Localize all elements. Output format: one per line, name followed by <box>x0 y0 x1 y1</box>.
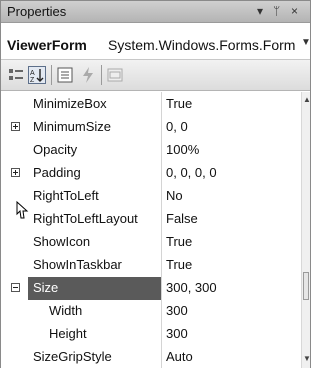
scroll-thumb[interactable] <box>303 272 309 300</box>
property-name: ShowIcon <box>33 234 91 249</box>
property-value[interactable]: 300 <box>166 303 188 318</box>
property-row-minimizebox[interactable]: MinimizeBox True <box>1 93 301 116</box>
categorized-icon[interactable] <box>7 66 25 84</box>
property-name: Width <box>49 303 83 318</box>
property-value[interactable]: Auto <box>166 349 193 364</box>
property-value[interactable]: 0, 0, 0, 0 <box>166 165 217 180</box>
property-name: MinimumSize <box>33 119 112 134</box>
scroll-up-icon[interactable]: ▲ <box>303 95 311 104</box>
property-value[interactable]: True <box>166 234 192 249</box>
property-value[interactable]: No <box>166 188 183 203</box>
property-row-righttoleft[interactable]: RightToLeft No <box>1 185 301 208</box>
panel-titlebar: Properties ▾ ᛘ × <box>1 1 310 23</box>
object-type: System.Windows.Forms.Form <box>108 37 296 53</box>
property-row-opacity[interactable]: Opacity 100% <box>1 139 301 162</box>
property-value[interactable]: True <box>166 257 192 272</box>
toolbar-separator <box>101 65 102 85</box>
property-name: Size <box>33 280 59 295</box>
expand-plus-icon[interactable] <box>11 122 20 131</box>
property-row-height[interactable]: Height 300 <box>1 323 301 346</box>
property-row-padding[interactable]: Padding 0, 0, 0, 0 <box>1 162 301 185</box>
property-name: SizeGripStyle <box>33 349 112 364</box>
toolbar-separator <box>51 65 52 85</box>
property-name: Padding <box>33 165 81 180</box>
property-pages-icon[interactable] <box>106 66 124 84</box>
property-name: Opacity <box>33 142 78 157</box>
expand-plus-icon[interactable] <box>11 168 20 177</box>
window-position-dropdown-icon[interactable]: ▾ <box>257 4 263 18</box>
property-row-sizegripstyle[interactable]: SizeGripStyle Auto <box>1 346 301 369</box>
property-name: Height <box>49 326 87 341</box>
property-name: RightToLeftLayout <box>33 211 138 226</box>
property-row-showintaskbar[interactable]: ShowInTaskbar True <box>1 254 301 277</box>
property-value[interactable]: 300, 300 <box>166 280 217 295</box>
alphabetical-icon[interactable]: AZ <box>28 66 46 84</box>
vertical-scrollbar[interactable]: ▲ ▼ <box>301 92 311 368</box>
object-name: ViewerForm <box>7 37 87 53</box>
property-row-righttoleftlayout[interactable]: RightToLeftLayout False <box>1 208 301 231</box>
svg-text:A: A <box>30 70 35 77</box>
events-icon[interactable] <box>79 66 97 84</box>
property-row-size[interactable]: Size 300, 300 <box>1 277 301 300</box>
property-name: MinimizeBox <box>33 96 107 111</box>
property-value[interactable]: False <box>166 211 198 226</box>
property-value[interactable]: True <box>166 96 192 111</box>
property-name: RightToLeft <box>33 188 99 203</box>
property-row-showicon[interactable]: ShowIcon True <box>1 231 301 254</box>
property-value[interactable]: 300 <box>166 326 188 341</box>
property-name: ShowInTaskbar <box>33 257 122 272</box>
property-row-minimumsize[interactable]: MinimumSize 0, 0 <box>1 116 301 139</box>
property-value[interactable]: 100% <box>166 142 199 157</box>
properties-toolbar: AZ <box>1 59 310 91</box>
mouse-pointer-icon <box>16 200 29 219</box>
pin-icon[interactable]: ᛘ <box>273 4 280 18</box>
property-grid: MinimizeBox True MinimumSize 0, 0 Opacit… <box>1 92 301 368</box>
collapse-minus-icon[interactable] <box>11 283 20 292</box>
property-row-width[interactable]: Width 300 <box>1 300 301 323</box>
properties-panel: Properties ▾ ᛘ × ViewerForm System.Windo… <box>0 0 311 368</box>
scroll-down-icon[interactable]: ▼ <box>303 354 311 363</box>
close-icon[interactable]: × <box>291 4 298 18</box>
object-selector[interactable]: ViewerForm System.Windows.Forms.Form ▼ <box>1 24 311 58</box>
svg-text:Z: Z <box>30 77 35 83</box>
panel-title: Properties <box>7 4 67 19</box>
chevron-down-icon[interactable]: ▼ <box>301 37 311 48</box>
properties-icon[interactable] <box>56 66 74 84</box>
property-value[interactable]: 0, 0 <box>166 119 188 134</box>
